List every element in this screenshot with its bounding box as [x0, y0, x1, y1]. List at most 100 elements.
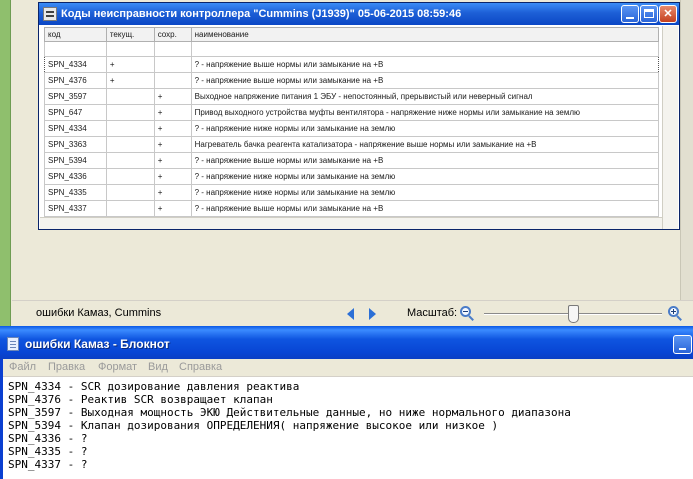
notepad-text-area[interactable]: SPN_4334 - SCR дозирование давления реак… [8, 380, 693, 476]
text-line: SPN_4334 - SCR дозирование давления реак… [8, 380, 300, 393]
notepad-menu-bar: Файл Правка Формат Вид Справка [3, 359, 693, 377]
close-button[interactable]: ✕ [659, 5, 677, 23]
dialog-titlebar: Коды неисправности контроллера "Cummins … [39, 3, 679, 25]
table-row[interactable]: SPN_4334 +? - напряжение ниже нормы или з… [44, 120, 660, 137]
cell-code: SPN_4376 [44, 72, 107, 89]
cell-saved: + [153, 184, 192, 201]
cell-current [105, 184, 155, 201]
fault-codes-dialog: Коды неисправности контроллера "Cummins … [38, 2, 680, 230]
cell-name: Выходное напряжение питания 1 ЭБУ - непо… [190, 88, 660, 105]
fault-table-body: SPN_4334 +? - напряжение выше нормы или з… [44, 41, 660, 217]
cell-current [105, 104, 155, 121]
prev-arrow-icon[interactable] [347, 308, 354, 320]
notepad-titlebar: ошибки Камаз - Блокнот [0, 326, 693, 359]
text-line: SPN_4337 - ? [8, 458, 88, 471]
cell-code: SPN_4334 [44, 120, 107, 137]
text-line: SPN_4376 - Реактив SCR возвращает клапан [8, 393, 273, 406]
zoom-label: Масштаб: [407, 307, 458, 319]
notepad-minimize-button[interactable] [673, 335, 692, 354]
table-row[interactable]: SPN_4376 + ? - напряжение выше нормы или з… [44, 72, 660, 89]
table-row[interactable]: SPN_3363 + Нагреватель бачка реагента ката… [44, 136, 660, 153]
zoom-slider-thumb[interactable] [567, 305, 579, 323]
zoom-in-icon[interactable] [668, 306, 682, 321]
cell-saved: + [153, 168, 192, 185]
cell-name: ? - напряжение выше нормы или замыкание … [190, 200, 660, 217]
viewer-right-edge [680, 0, 693, 300]
menu-help[interactable]: Справка [179, 361, 222, 373]
cell-code: SPN_5394 [44, 152, 107, 169]
cell-name: Нагреватель бачка реагента катализатора … [190, 136, 660, 153]
cell-current: + [105, 56, 155, 73]
minimize-button[interactable] [621, 5, 639, 23]
cell-saved: + [153, 104, 192, 121]
cell-code: SPN_3597 [44, 88, 107, 105]
cell-saved [153, 72, 192, 89]
cell-current [105, 168, 155, 185]
cell-code: SPN_3363 [44, 136, 107, 153]
menu-format[interactable]: Формат [98, 361, 137, 373]
column-header-saved[interactable]: сохр. [153, 27, 192, 42]
cell-name: ? - напряжение ниже нормы или замыкание … [190, 120, 660, 137]
cell-saved: + [153, 136, 192, 153]
next-arrow-icon[interactable] [369, 308, 376, 320]
table-row[interactable]: SPN_4334 + ? - напряжение выше нормы или з… [44, 56, 660, 73]
file-name-label: ошибки Камаз, Cummins [36, 307, 162, 319]
cell-code: SPN_4335 [44, 184, 107, 201]
cell-code: SPN_4336 [44, 168, 107, 185]
cell-current: + [105, 72, 155, 89]
table-row[interactable]: SPN_4335 +? - напряжение ниже нормы или з… [44, 184, 660, 201]
cell-current [105, 200, 155, 217]
table-row-blank [44, 41, 660, 57]
cell-name: ? - напряжение выше нормы или замыкание … [190, 56, 660, 73]
text-line: SPN_4335 - ? [8, 445, 88, 458]
table-row[interactable]: SPN_3597 + Выходное напряжение питания 1 Э… [44, 88, 660, 105]
column-header-code[interactable]: код [44, 27, 107, 42]
notepad-window: ошибки Камаз - Блокнот Файл Правка Форма… [0, 326, 693, 479]
cell-name: ? - напряжение выше нормы или замыкание … [190, 152, 660, 169]
column-header-current[interactable]: текущ. [105, 27, 155, 42]
desktop-edge [0, 0, 11, 326]
cell-name: ? - напряжение выше нормы или замыкание … [190, 72, 660, 89]
text-line: SPN_5394 - Клапан дозирования ОПРЕДЕЛЕНИ… [8, 419, 499, 432]
cell-current [105, 88, 155, 105]
cell-current [105, 136, 155, 153]
maximize-icon [644, 9, 654, 18]
table-header-row: код текущ. сохр. наименование [44, 27, 660, 42]
table-row[interactable]: SPN_647 + Привод выходного устройства муфт… [44, 104, 660, 121]
cell-saved: + [153, 200, 192, 217]
menu-file[interactable]: Файл [9, 361, 36, 373]
menu-view[interactable]: Вид [148, 361, 168, 373]
cell-code: SPN_4334 [44, 56, 107, 73]
notepad-icon[interactable] [7, 337, 19, 351]
cell-name: ? - напряжение ниже нормы или замыкание … [190, 168, 660, 185]
maximize-button[interactable] [640, 5, 658, 23]
cell-saved: + [153, 152, 192, 169]
minimize-icon [679, 348, 686, 350]
cell-code: SPN_647 [44, 104, 107, 121]
minimize-icon [626, 17, 634, 19]
cell-saved [153, 56, 192, 73]
close-icon: ✕ [663, 8, 673, 20]
dialog-title: Коды неисправности контроллера "Cummins … [61, 8, 462, 20]
text-line: SPN_4336 - ? [8, 432, 88, 445]
zoom-out-icon[interactable] [460, 306, 474, 321]
fault-table-container: код текущ. сохр. наименование SPN_4334 +?… [44, 27, 660, 217]
notepad-title: ошибки Камаз - Блокнот [25, 337, 170, 351]
cell-saved: + [153, 120, 192, 137]
menu-edit[interactable]: Правка [48, 361, 85, 373]
viewer-status-bar: ошибки Камаз, Cummins Масштаб: [12, 300, 693, 326]
cell-current [105, 120, 155, 137]
table-row[interactable]: SPN_4336 +? - напряжение ниже нормы или з… [44, 168, 660, 185]
column-header-name[interactable]: наименование [190, 27, 660, 42]
cell-saved: + [153, 88, 192, 105]
cell-name: Привод выходного устройства муфты вентил… [190, 104, 660, 121]
table-vertical-scrollbar[interactable] [662, 26, 678, 229]
cell-code: SPN_4337 [44, 200, 107, 217]
fault-codes-table: код текущ. сохр. наименование SPN_4334 +?… [44, 27, 660, 217]
image-viewer-window: Коды неисправности контроллера "Cummins … [0, 0, 693, 326]
table-row[interactable]: SPN_4337 +? - напряжение выше нормы или з… [44, 200, 660, 217]
window-menu-icon[interactable] [43, 7, 57, 21]
cell-current [105, 152, 155, 169]
table-horizontal-scrollbar[interactable] [40, 217, 662, 229]
table-row[interactable]: SPN_5394 +? - напряжение выше нормы или з… [44, 152, 660, 169]
